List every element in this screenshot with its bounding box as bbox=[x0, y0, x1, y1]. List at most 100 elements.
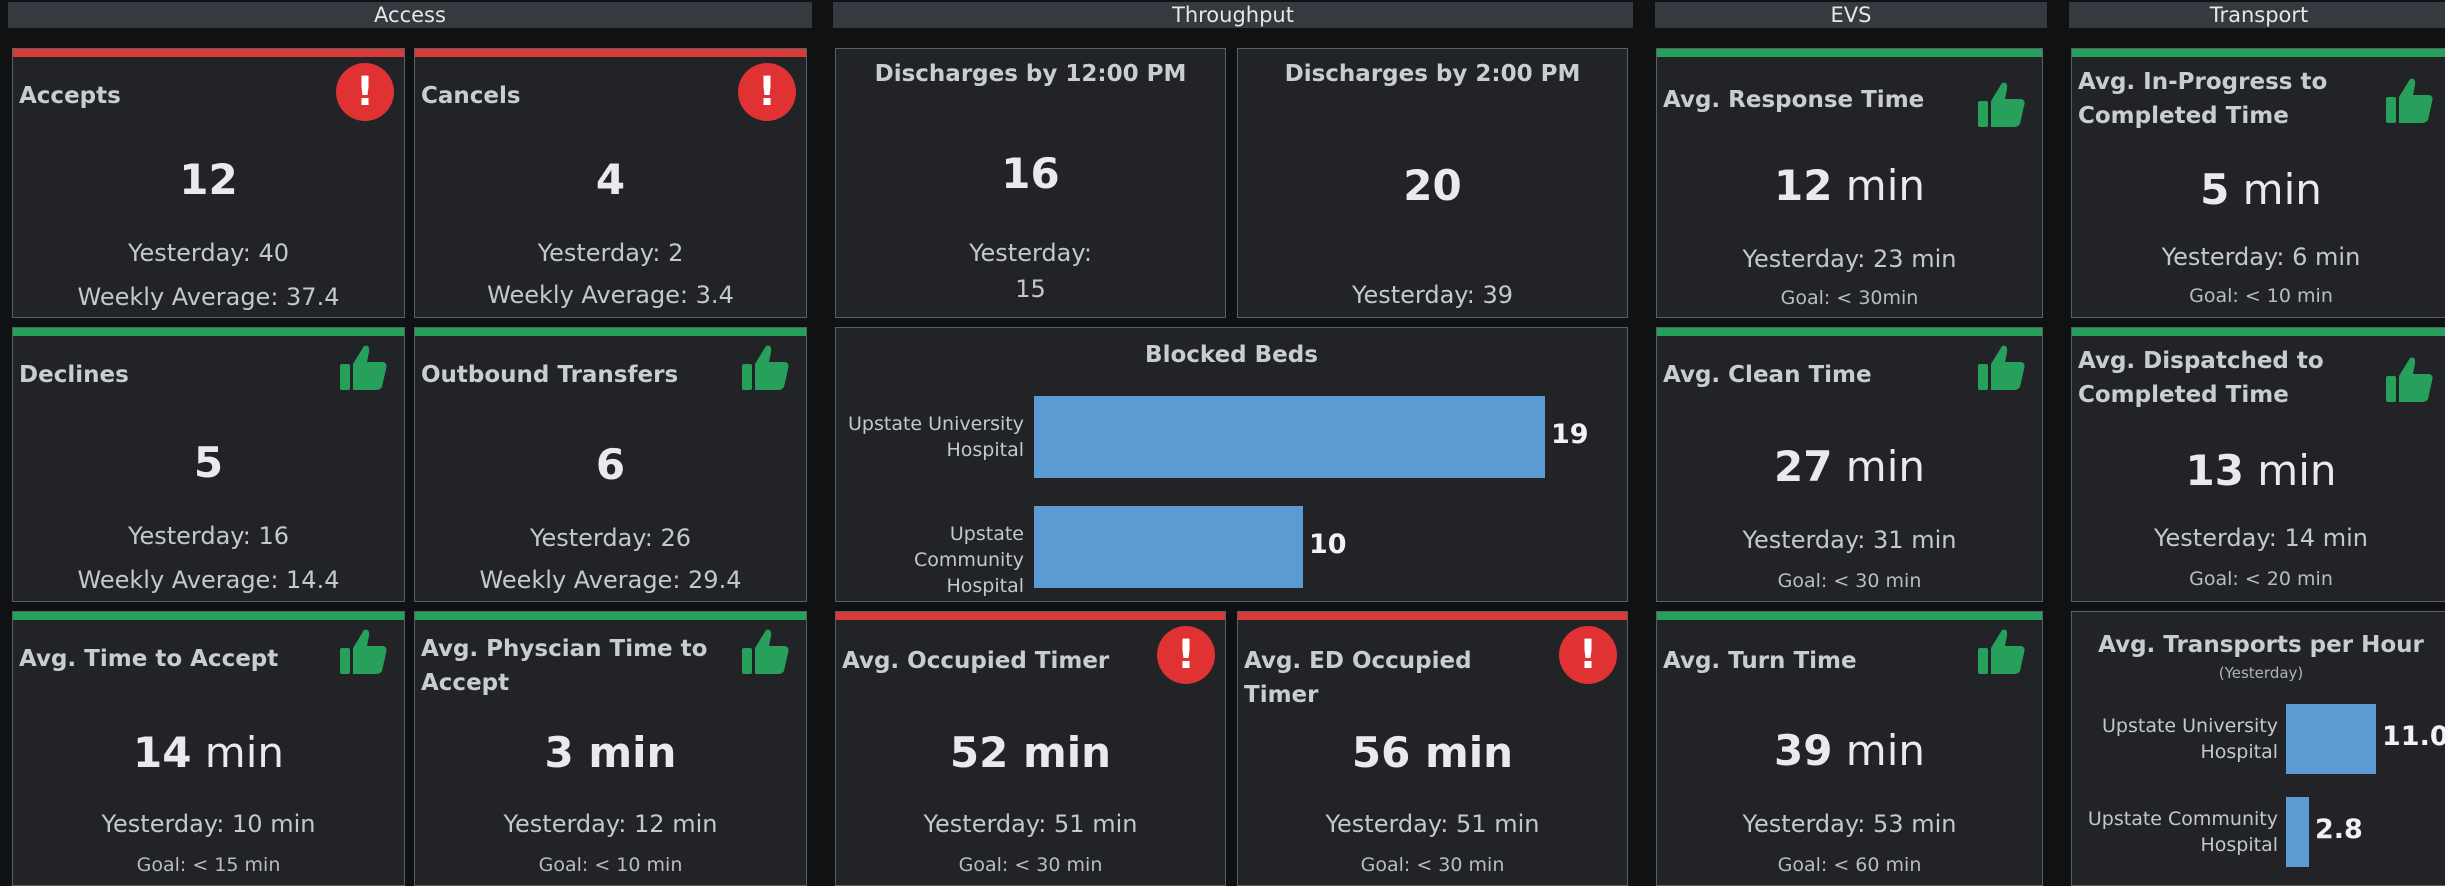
section-header-transport: Transport bbox=[2069, 2, 2445, 28]
metric-value: 16 bbox=[1001, 149, 1060, 198]
yesterday-text: Yesterday: 6 min bbox=[2161, 243, 2361, 271]
yesterday-text: Yesterday: 51 min bbox=[1325, 810, 1540, 838]
thumbs-up-icon bbox=[1978, 629, 2025, 674]
metric-value: 13 min bbox=[2185, 446, 2337, 495]
card-title: Avg. In-Progress to Completed Time bbox=[2078, 69, 2328, 129]
metric-value: 56 min bbox=[1351, 728, 1514, 777]
metric-value: 12 min bbox=[1773, 161, 1925, 210]
card-title: Discharges by 12:00 PM bbox=[874, 61, 1187, 87]
bar-category-label: Upstate University Hospital bbox=[2102, 715, 2278, 763]
bar-category-label: Upstate Community Hospital bbox=[2087, 808, 2278, 856]
bar-category-label: Upstate Community Hospital bbox=[914, 523, 1024, 597]
bar-value-label: 10 bbox=[1309, 529, 1347, 560]
card-title: Cancels bbox=[421, 83, 521, 109]
weekly-average-text: Weekly Average: 3.4 bbox=[487, 281, 734, 309]
response-time-card: Avg. Response Time 12 min Yesterday: 23 … bbox=[1656, 48, 2043, 318]
card-title: Avg. ED Occupied Timer bbox=[1244, 648, 1472, 708]
weekly-average-text: Weekly Average: 14.4 bbox=[77, 566, 340, 594]
card-title: Avg. Time to Accept bbox=[19, 646, 279, 672]
goal-text: Goal: < 30min bbox=[1780, 287, 1919, 309]
yesterday-text: Yesterday: 26 bbox=[529, 524, 691, 552]
goal-text: Goal: < 10 min bbox=[2189, 285, 2333, 307]
card-title: Avg. Response Time bbox=[1663, 87, 1925, 113]
yesterday-text: Yesterday: 51 min bbox=[923, 810, 1138, 838]
yesterday-text: Yesterday: 39 bbox=[1351, 281, 1513, 309]
bar-category-label: Upstate University Hospital bbox=[848, 413, 1024, 461]
metric-value: 27 min bbox=[1773, 442, 1925, 491]
thumbs-up-icon bbox=[742, 629, 789, 674]
in-progress-completed-card: Avg. In-Progress to Completed Time 5 min… bbox=[2071, 48, 2445, 318]
metric-value: 5 min bbox=[2200, 165, 2322, 214]
thumbs-up-icon bbox=[1978, 345, 2025, 390]
blocked-beds-card: Blocked Beds Upstate University Hospital 1… bbox=[835, 327, 1628, 602]
bar-value-label: 2.8 bbox=[2315, 814, 2363, 845]
bar-mark bbox=[1034, 396, 1545, 478]
ed-occupied-timer-card: Avg. ED Occupied Timer ! 56 min Yesterda… bbox=[1237, 611, 1628, 886]
yesterday-text: Yesterday: 31 min bbox=[1742, 526, 1957, 554]
goal-text: Goal: < 60 min bbox=[1777, 854, 1922, 876]
section-header-evs: EVS bbox=[1655, 2, 2047, 28]
card-title: Outbound Transfers bbox=[421, 362, 679, 388]
dispatched-completed-card: Avg. Dispatched to Completed Time 13 min… bbox=[2071, 327, 2445, 602]
card-title: Avg. Physcian Time to Accept bbox=[421, 636, 708, 696]
card-title: Declines bbox=[19, 362, 129, 388]
card-title: Avg. Clean Time bbox=[1663, 362, 1872, 388]
time-to-accept-card: Avg. Time to Accept 14 min Yesterday: 10… bbox=[12, 611, 405, 886]
alert-icon: ! bbox=[1157, 626, 1215, 684]
yesterday-text: Yesterday: 53 min bbox=[1742, 810, 1957, 838]
thumbs-up-icon bbox=[340, 345, 387, 390]
card-title: Avg. Dispatched to Completed Time bbox=[2078, 348, 2324, 408]
metric-value: 52 min bbox=[949, 728, 1112, 777]
accepts-card: Accepts ! 12 Yesterday: 40 Weekly Averag… bbox=[12, 48, 405, 318]
outbound-transfers-card: Outbound Transfers 6 Yesterday: 26 Weekl… bbox=[414, 327, 807, 602]
section-header-throughput: Throughput bbox=[833, 2, 1633, 28]
yesterday-text: Yesterday: 16 bbox=[127, 522, 289, 550]
yesterday-text: Yesterday: 10 min bbox=[101, 810, 316, 838]
discharges-2pm-card: Discharges by 2:00 PM 20 Yesterday: 39 bbox=[1237, 48, 1628, 318]
yesterday-text: Yesterday: 14 min bbox=[2154, 524, 2368, 552]
card-title: Accepts bbox=[19, 83, 121, 109]
goal-text: Goal: < 30 min bbox=[958, 854, 1103, 876]
bar-mark bbox=[2286, 797, 2309, 867]
bar-mark bbox=[2286, 704, 2376, 774]
metric-value: 12 bbox=[179, 155, 238, 204]
turn-time-card: Avg. Turn Time 39 min Yesterday: 53 min … bbox=[1656, 611, 2043, 886]
weekly-average-text: Weekly Average: 37.4 bbox=[77, 283, 340, 311]
goal-text: Goal: < 10 min bbox=[538, 854, 683, 876]
yesterday-text: Yesterday: 2 bbox=[537, 239, 684, 267]
physician-time-to-accept-card: Avg. Physcian Time to Accept 3 min Yeste… bbox=[414, 611, 807, 886]
thumbs-up-icon bbox=[2386, 357, 2433, 402]
yesterday-text: Yesterday: 40 bbox=[127, 239, 289, 267]
alert-icon: ! bbox=[336, 63, 394, 121]
bar-value-label: 11.0 bbox=[2382, 721, 2445, 752]
goal-text: Goal: < 30 min bbox=[1360, 854, 1505, 876]
bar-mark bbox=[1034, 506, 1303, 588]
metric-value: 39 min bbox=[1773, 726, 1925, 775]
thumbs-up-icon bbox=[1978, 82, 2025, 127]
metric-value: 4 bbox=[595, 155, 626, 204]
alert-icon: ! bbox=[1559, 626, 1617, 684]
yesterday-value: 15 bbox=[1015, 275, 1046, 303]
alert-icon: ! bbox=[738, 63, 796, 121]
goal-text: Goal: < 20 min bbox=[2189, 568, 2333, 590]
yesterday-text: Yesterday: 23 min bbox=[1742, 245, 1957, 273]
declines-card: Declines 5 Yesterday: 16 Weekly Average:… bbox=[12, 327, 405, 602]
thumbs-up-icon bbox=[742, 345, 789, 390]
thumbs-up-icon bbox=[2386, 78, 2433, 123]
occupied-timer-card: Avg. Occupied Timer ! 52 min Yesterday: … bbox=[835, 611, 1226, 886]
metric-value: 6 bbox=[595, 440, 626, 489]
blocked-beds-chart: Upstate University Hospital 19 Upstate Comm… bbox=[836, 328, 1627, 601]
goal-text: Goal: < 30 min bbox=[1777, 570, 1922, 592]
metric-value: 14 min bbox=[132, 728, 284, 777]
clean-time-card: Avg. Clean Time 27 min Yesterday: 31 min… bbox=[1656, 327, 2043, 602]
card-title: Discharges by 2:00 PM bbox=[1284, 61, 1581, 87]
transports-per-hour-card: Avg. Transports per Hour (Yesterday) Ups… bbox=[2071, 611, 2445, 886]
thumbs-up-icon bbox=[340, 629, 387, 674]
discharges-noon-card: Discharges by 12:00 PM 16 Yesterday: 15 bbox=[835, 48, 1226, 318]
transports-per-hour-chart: Upstate University Hospital 11.0 Upstate Co… bbox=[2072, 612, 2445, 885]
section-header-access: Access bbox=[8, 2, 812, 28]
yesterday-text: Yesterday: 12 min bbox=[503, 810, 718, 838]
bar-value-label: 19 bbox=[1551, 419, 1589, 450]
card-title: Avg. Occupied Timer bbox=[842, 648, 1110, 674]
goal-text: Goal: < 15 min bbox=[136, 854, 281, 876]
